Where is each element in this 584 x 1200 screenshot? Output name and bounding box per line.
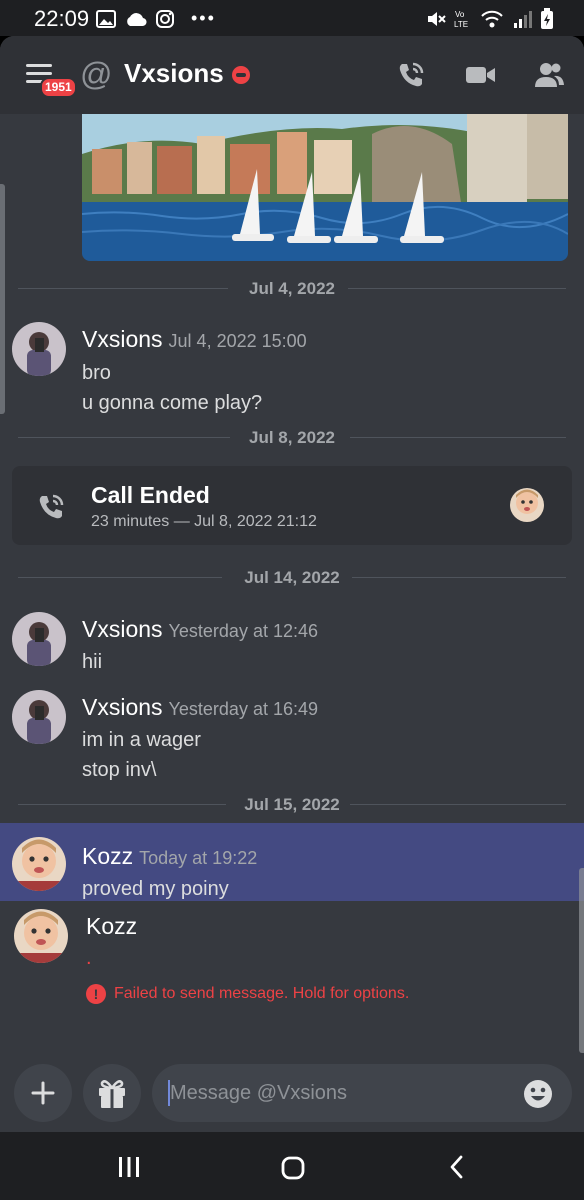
dnd-status-icon (232, 66, 250, 84)
message-input[interactable] (152, 1064, 572, 1122)
notification-badge: 1951 (40, 77, 77, 98)
avatar[interactable] (12, 612, 66, 666)
status-bar: 22:09 ••• Vo LTE (0, 0, 584, 36)
message-timestamp: Jul 4, 2022 15:00 (168, 331, 307, 351)
message-author[interactable]: Vxsions Yesterday at 16:49 (82, 694, 318, 721)
call-title: Call Ended (91, 482, 210, 508)
home-icon[interactable] (279, 1154, 307, 1182)
message-composer (0, 1056, 584, 1132)
gift-icon (99, 1080, 125, 1108)
app-window: 1951 @ Vxsions Jul 4, 2022 Vxsions Jul 4… (0, 36, 584, 1132)
failed-notice-text: Failed to send message. Hold for options… (114, 985, 410, 1002)
date-divider: Jul 14, 2022 (18, 565, 566, 589)
gift-button[interactable] (83, 1064, 141, 1122)
date-divider: Jul 4, 2022 (18, 276, 566, 300)
recent-apps-icon[interactable] (116, 1154, 142, 1180)
message-text: hii (82, 651, 103, 673)
call-subtitle: 23 minutes — Jul 8, 2022 21:12 (91, 513, 317, 530)
svg-text:Vo: Vo (455, 10, 465, 19)
call-ended-card[interactable]: Call Ended 23 minutes — Jul 8, 2022 21:1… (12, 466, 572, 545)
menu-button[interactable]: 1951 (24, 60, 77, 100)
instagram-icon (156, 9, 174, 28)
wifi-icon (481, 10, 503, 28)
failed-message-text: . (86, 947, 92, 969)
svg-text:LTE: LTE (454, 20, 468, 29)
add-attachment-button[interactable] (14, 1064, 72, 1122)
message-text: stop inv\ (82, 759, 157, 781)
avatar[interactable] (12, 322, 66, 376)
message-text: proved my poiny (82, 878, 229, 900)
error-icon: ! (86, 984, 106, 1004)
scrollbar[interactable] (579, 868, 584, 1053)
message-timestamp: Today at 19:22 (139, 848, 258, 868)
message-author[interactable]: Kozz (86, 913, 137, 940)
avatar[interactable] (14, 909, 68, 963)
date-divider: Jul 15, 2022 (18, 792, 566, 816)
message-text: u gonna come play? (82, 392, 263, 414)
back-icon[interactable] (446, 1154, 468, 1180)
call-ended-icon (39, 494, 64, 519)
gallery-icon (96, 9, 116, 28)
hamburger-icon (26, 64, 52, 67)
status-notification-icons: ••• (96, 8, 216, 29)
member-list-icon[interactable] (532, 58, 566, 92)
message-timestamp: Yesterday at 16:49 (168, 699, 318, 719)
cloud-icon (127, 12, 147, 26)
left-edge-indicator (0, 184, 5, 414)
participant-avatar[interactable] (510, 488, 544, 522)
message-text: im in a wager (82, 729, 201, 751)
at-icon: @ (80, 56, 113, 92)
more-notifications-icon: ••• (191, 8, 216, 28)
sailboats-image (82, 114, 568, 261)
voice-call-icon[interactable] (394, 58, 428, 92)
failed-notice[interactable]: ! Failed to send message. Hold for optio… (86, 984, 409, 1004)
plus-icon (31, 1081, 55, 1105)
page-title: Vxsions (124, 58, 224, 88)
message-author[interactable]: Vxsions Yesterday at 12:46 (82, 616, 318, 643)
mute-icon (428, 12, 446, 26)
emoji-icon[interactable] (522, 1078, 554, 1110)
image-attachment[interactable] (82, 114, 568, 261)
text-caret (168, 1080, 170, 1106)
channel-header: 1951 @ Vxsions (0, 36, 584, 114)
status-system-icons: Vo LTE (426, 8, 554, 30)
message-author[interactable]: Vxsions Jul 4, 2022 15:00 (82, 326, 307, 353)
date-divider: Jul 8, 2022 (18, 425, 566, 449)
message-author[interactable]: Kozz Today at 19:22 (82, 843, 257, 870)
message-timestamp: Yesterday at 12:46 (168, 621, 318, 641)
avatar[interactable] (12, 837, 66, 891)
system-nav-bar (0, 1132, 584, 1200)
status-time: 22:09 (34, 6, 90, 31)
message-text: bro (82, 362, 111, 384)
signal-icon (514, 11, 532, 28)
avatar[interactable] (12, 690, 66, 744)
volte-icon: VoLTE (454, 10, 468, 29)
battery-icon (541, 8, 553, 29)
video-call-icon[interactable] (464, 58, 498, 92)
